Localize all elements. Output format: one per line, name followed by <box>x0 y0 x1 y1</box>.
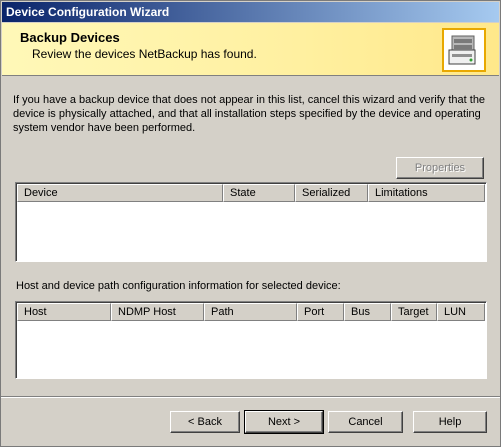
title-bar[interactable]: Device Configuration Wizard <box>2 2 499 22</box>
column-port[interactable]: Port <box>297 303 344 321</box>
column-ndmp-host[interactable]: NDMP Host <box>111 303 204 321</box>
paths-list-header: Host NDMP Host Path Port Bus Target LUN <box>17 303 485 321</box>
column-path[interactable]: Path <box>204 303 297 321</box>
back-button[interactable]: < Back <box>170 411 240 433</box>
wizard-header: Backup Devices Review the devices NetBac… <box>2 23 499 76</box>
column-limitations[interactable]: Limitations <box>368 184 485 202</box>
help-button-label: Help <box>438 416 462 428</box>
column-host[interactable]: Host <box>17 303 111 321</box>
column-state[interactable]: State <box>223 184 295 202</box>
properties-button-label: Properties <box>414 162 466 174</box>
column-lun[interactable]: LUN <box>437 303 485 321</box>
column-serialized[interactable]: Serialized <box>295 184 368 202</box>
devices-list-header: Device State Serialized Limitations <box>17 184 485 202</box>
window-title: Device Configuration Wizard <box>6 5 170 19</box>
properties-button[interactable]: Properties <box>396 157 484 179</box>
footer-divider <box>1 396 500 398</box>
back-button-label: < Back <box>188 416 222 428</box>
page-title: Backup Devices <box>20 30 120 45</box>
column-bus[interactable]: Bus <box>344 303 391 321</box>
help-button[interactable]: Help <box>413 411 487 433</box>
paths-list[interactable]: Host NDMP Host Path Port Bus Target LUN <box>15 301 487 379</box>
devices-list[interactable]: Device State Serialized Limitations <box>15 182 487 262</box>
next-button[interactable]: Next > <box>244 410 324 434</box>
cancel-button[interactable]: Cancel <box>328 411 403 433</box>
column-target[interactable]: Target <box>391 303 437 321</box>
description-text: If you have a backup device that does no… <box>13 94 486 134</box>
next-button-label: Next > <box>267 416 301 428</box>
wizard-window: Device Configuration Wizard Backup Devic… <box>0 0 501 447</box>
path-section-label: Host and device path configuration infor… <box>16 280 341 292</box>
page-subtitle: Review the devices NetBackup has found. <box>32 47 257 61</box>
column-device[interactable]: Device <box>17 184 223 202</box>
cancel-button-label: Cancel <box>348 416 383 428</box>
server-devices-icon <box>442 28 486 72</box>
